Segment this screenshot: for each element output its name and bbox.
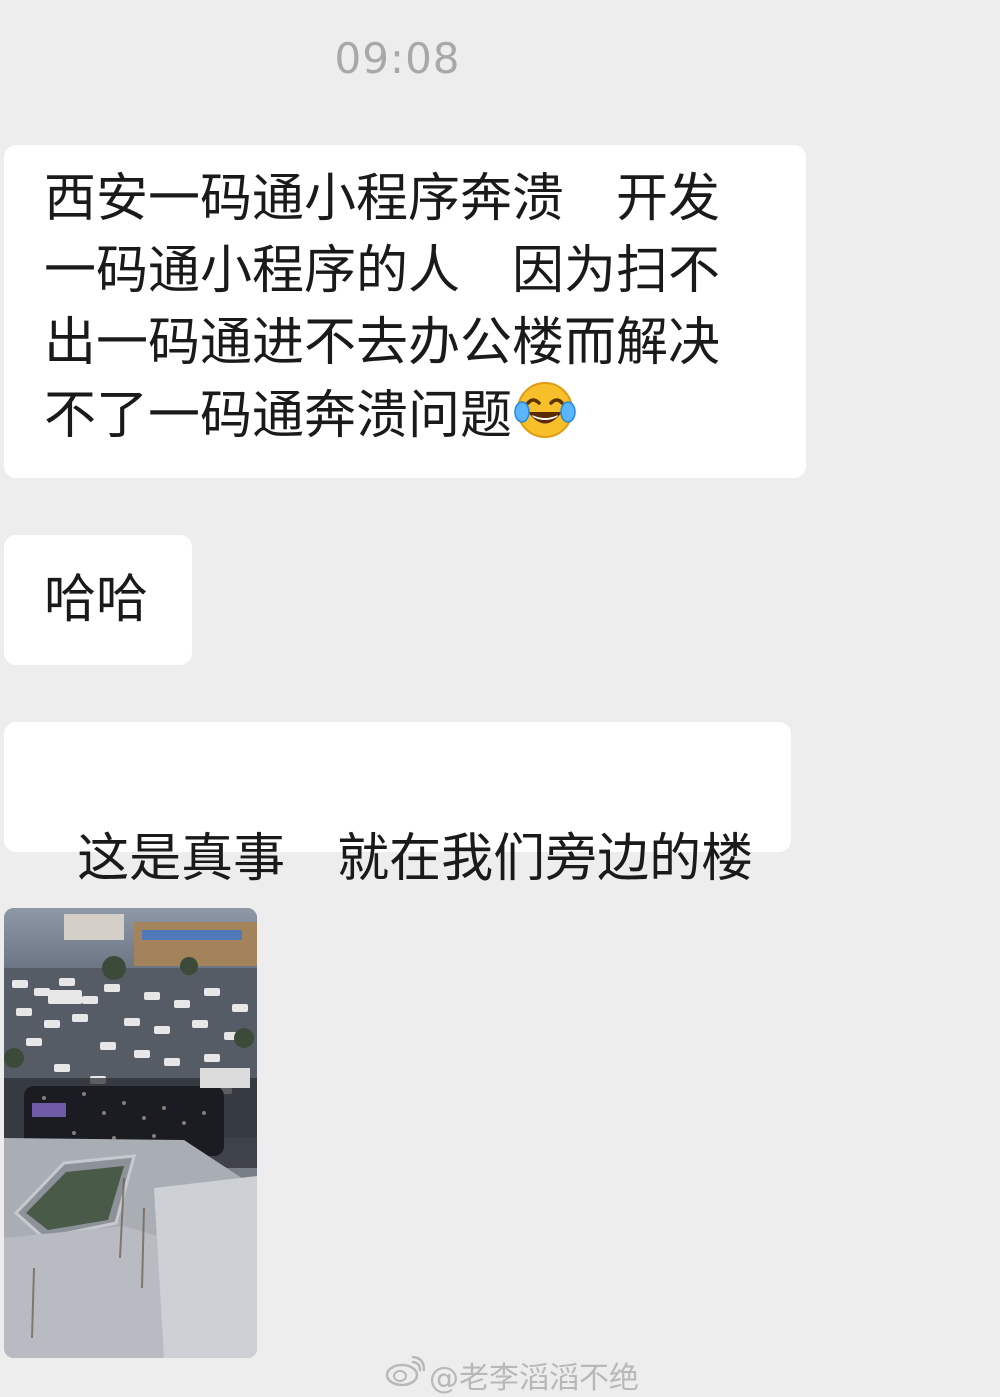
message-line: 西安一码通小程序奔溃 开发 [44,169,721,229]
tears-of-joy-emoji-icon [514,379,576,460]
message-line: 出一码通进不去办公楼而解决 [44,313,721,373]
message-line-text: 不了一码通奔溃问题 [44,386,513,446]
message-line-last: 不了一码通奔溃问题 [44,379,786,460]
message-bubble-2[interactable]: 哈哈 [4,535,192,665]
message-line: 一码通小程序的人 因为扫不 [44,241,721,301]
message-bubble-3[interactable]: 这是真事 就在我们旁边的楼 [4,722,791,889]
crowd-photo-image [4,908,257,1358]
message-text: 哈哈 [44,570,149,630]
message-timestamp: 09:08 [334,34,461,83]
message-bubble-1[interactable]: 西安一码通小程序奔溃 开发 一码通小程序的人 因为扫不 出一码通进不去办公楼而解… [4,145,806,478]
watermark: @老李滔滔不绝 [385,1355,639,1396]
weibo-icon [385,1355,426,1394]
image-message-thumbnail[interactable] [4,908,257,1358]
message-text: 这是真事 就在我们旁边的楼 [77,829,754,889]
watermark-text: @老李滔滔不绝 [429,1361,639,1396]
